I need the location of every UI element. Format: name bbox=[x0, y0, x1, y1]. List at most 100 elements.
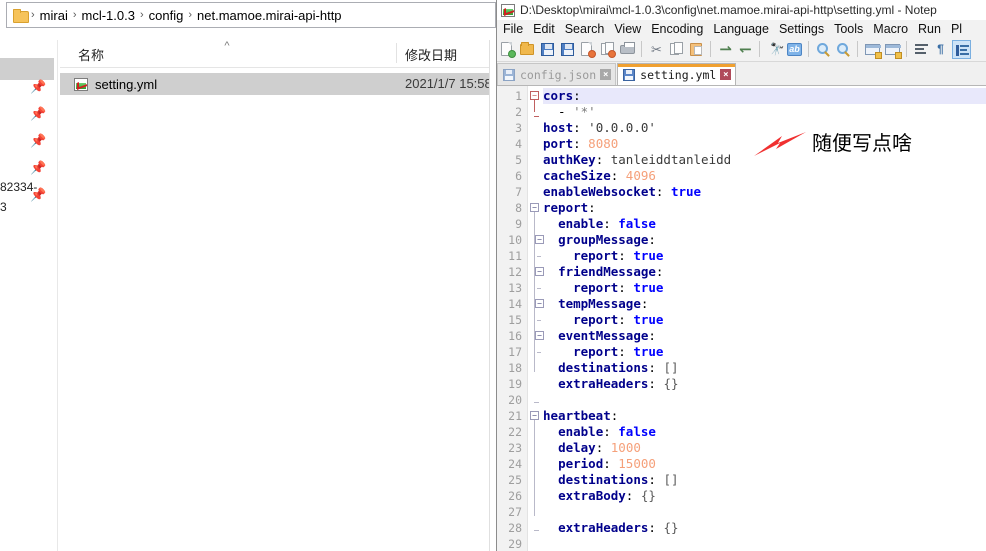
code-line[interactable]: enable: false bbox=[543, 216, 656, 232]
close-icon[interactable]: × bbox=[720, 69, 732, 80]
code-line[interactable]: report: true bbox=[543, 248, 663, 264]
menu-item-plugins[interactable]: Pl bbox=[946, 22, 967, 36]
close-file-icon[interactable] bbox=[578, 40, 597, 59]
code-line[interactable]: authKey: tanleiddtanleidd bbox=[543, 152, 731, 168]
toolbar-separator bbox=[759, 41, 760, 57]
address-bar[interactable]: › mirai › mcl-1.0.3 › config › net.mamoe… bbox=[6, 2, 496, 28]
code-line[interactable]: extraBody: {} bbox=[543, 488, 656, 504]
fold-margin[interactable]: − − − − − − − bbox=[529, 86, 544, 551]
menu-item-view[interactable]: View bbox=[609, 22, 646, 36]
menu-item-file[interactable]: File bbox=[497, 22, 528, 36]
zoom-out-icon[interactable] bbox=[834, 40, 853, 59]
close-icon[interactable]: × bbox=[600, 69, 612, 80]
cut-icon[interactable]: ✂ bbox=[647, 40, 666, 59]
code-line[interactable]: extraHeaders: {} bbox=[543, 376, 678, 392]
menu-bar: File Edit Search View Encoding Language … bbox=[497, 20, 986, 37]
show-all-chars-icon[interactable]: ¶ bbox=[932, 40, 951, 59]
menu-item-tools[interactable]: Tools bbox=[829, 22, 868, 36]
code-line[interactable]: groupMessage: bbox=[543, 232, 656, 248]
breadcrumb-item-mirai[interactable]: mirai bbox=[36, 7, 72, 24]
save-all-icon[interactable] bbox=[558, 40, 577, 59]
file-explorer-window: › mirai › mcl-1.0.3 › config › net.mamoe… bbox=[0, 0, 501, 551]
new-file-icon[interactable] bbox=[498, 40, 517, 59]
toolbar-separator bbox=[808, 41, 809, 57]
replace-icon[interactable]: ab bbox=[785, 40, 804, 59]
pin-icon[interactable]: 📌 bbox=[30, 134, 46, 148]
code-line[interactable]: cacheSize: 4096 bbox=[543, 168, 656, 184]
code-line[interactable]: enable: false bbox=[543, 424, 656, 440]
code-line[interactable]: eventMessage: bbox=[543, 328, 656, 344]
line-number: 4 bbox=[515, 137, 522, 151]
code-line[interactable]: - '*' bbox=[543, 104, 596, 120]
tab-label: setting.yml bbox=[640, 67, 717, 82]
column-header-date[interactable]: 修改日期 bbox=[405, 45, 457, 64]
code-line[interactable]: tempMessage: bbox=[543, 296, 648, 312]
folder-icon bbox=[13, 8, 29, 23]
code-line[interactable]: heartbeat: bbox=[543, 408, 618, 424]
indent-guide-icon[interactable] bbox=[952, 39, 971, 59]
pin-icon[interactable]: 📌 bbox=[30, 80, 46, 94]
close-all-icon[interactable] bbox=[598, 40, 617, 59]
code-line[interactable]: cors: bbox=[543, 88, 581, 104]
code-line[interactable]: enableWebsocket: true bbox=[543, 184, 701, 200]
line-number: 25 bbox=[508, 473, 522, 487]
word-wrap-icon[interactable] bbox=[912, 40, 931, 59]
code-line[interactable]: delay: 1000 bbox=[543, 440, 641, 456]
code-line[interactable]: report: bbox=[543, 200, 596, 216]
code-line[interactable]: report: true bbox=[543, 344, 663, 360]
paste-icon[interactable] bbox=[687, 40, 706, 59]
code-line[interactable]: period: 15000 bbox=[543, 456, 656, 472]
table-row[interactable]: setting.yml 2021/1/7 15:58 bbox=[60, 73, 492, 95]
column-divider[interactable] bbox=[396, 43, 397, 63]
breadcrumb-item-mirai-api-http[interactable]: net.mamoe.mirai-api-http bbox=[193, 7, 346, 24]
code-line[interactable]: destinations: [] bbox=[543, 360, 678, 376]
line-number: 14 bbox=[508, 297, 522, 311]
fold-tick bbox=[537, 288, 541, 289]
code-editor[interactable]: 1 2 3 4 5 6 7 8 9 10 11 12 13 14 15 16 17 18 19 20 21 22 23 24 2… bbox=[497, 86, 986, 551]
fold-end-marker bbox=[534, 402, 539, 403]
fold-toggle-icon[interactable]: − bbox=[530, 91, 539, 100]
line-number: 2 bbox=[515, 105, 522, 119]
menu-item-search[interactable]: Search bbox=[560, 22, 610, 36]
sync-vertical-icon[interactable] bbox=[863, 40, 882, 59]
breadcrumb-item-mcl[interactable]: mcl-1.0.3 bbox=[78, 7, 139, 24]
code-line[interactable]: friendMessage: bbox=[543, 264, 663, 280]
line-number: 27 bbox=[508, 505, 522, 519]
code-line[interactable]: port: 8080 bbox=[543, 136, 618, 152]
find-icon[interactable]: 🔭 bbox=[765, 40, 784, 59]
breadcrumb-item-config[interactable]: config bbox=[145, 7, 188, 24]
code-line[interactable]: destinations: [] bbox=[543, 472, 678, 488]
file-name-label: setting.yml bbox=[95, 76, 158, 92]
print-icon[interactable] bbox=[618, 40, 637, 59]
menu-item-language[interactable]: Language bbox=[708, 22, 774, 36]
fold-tick bbox=[537, 256, 541, 257]
pin-icon[interactable]: 📌 bbox=[30, 107, 46, 121]
sync-horizontal-icon[interactable] bbox=[883, 40, 902, 59]
code-line[interactable]: report: true bbox=[543, 312, 663, 328]
line-number: 29 bbox=[508, 537, 522, 551]
code-line[interactable]: host: '0.0.0.0' bbox=[543, 120, 656, 136]
zoom-in-icon[interactable] bbox=[814, 40, 833, 59]
tab-setting-yml[interactable]: setting.yml × bbox=[617, 63, 737, 85]
menu-item-macro[interactable]: Macro bbox=[868, 22, 913, 36]
save-icon[interactable] bbox=[538, 40, 557, 59]
redo-icon[interactable]: ↽ bbox=[736, 40, 755, 59]
line-number-gutter: 1 2 3 4 5 6 7 8 9 10 11 12 13 14 15 16 17 18 19 20 21 22 23 24 2… bbox=[497, 86, 528, 551]
menu-item-run[interactable]: Run bbox=[913, 22, 946, 36]
fold-toggle-icon[interactable]: − bbox=[530, 411, 539, 420]
undo-icon[interactable]: ⇀ bbox=[716, 40, 735, 59]
code-line[interactable]: extraHeaders: {} bbox=[543, 520, 678, 536]
line-number: 22 bbox=[508, 425, 522, 439]
npp-document-icon bbox=[501, 3, 515, 17]
menu-item-settings[interactable]: Settings bbox=[774, 22, 829, 36]
column-header-name[interactable]: 名称 bbox=[78, 45, 104, 64]
copy-icon[interactable] bbox=[667, 40, 686, 59]
open-file-icon[interactable] bbox=[518, 40, 537, 59]
code-line[interactable]: report: true bbox=[543, 280, 663, 296]
yml-file-icon bbox=[74, 77, 88, 91]
menu-item-encoding[interactable]: Encoding bbox=[646, 22, 708, 36]
fold-toggle-icon[interactable]: − bbox=[530, 203, 539, 212]
pin-icon[interactable]: 📌 bbox=[30, 161, 46, 175]
tab-config-json[interactable]: config.json × bbox=[497, 63, 617, 85]
menu-item-edit[interactable]: Edit bbox=[528, 22, 560, 36]
